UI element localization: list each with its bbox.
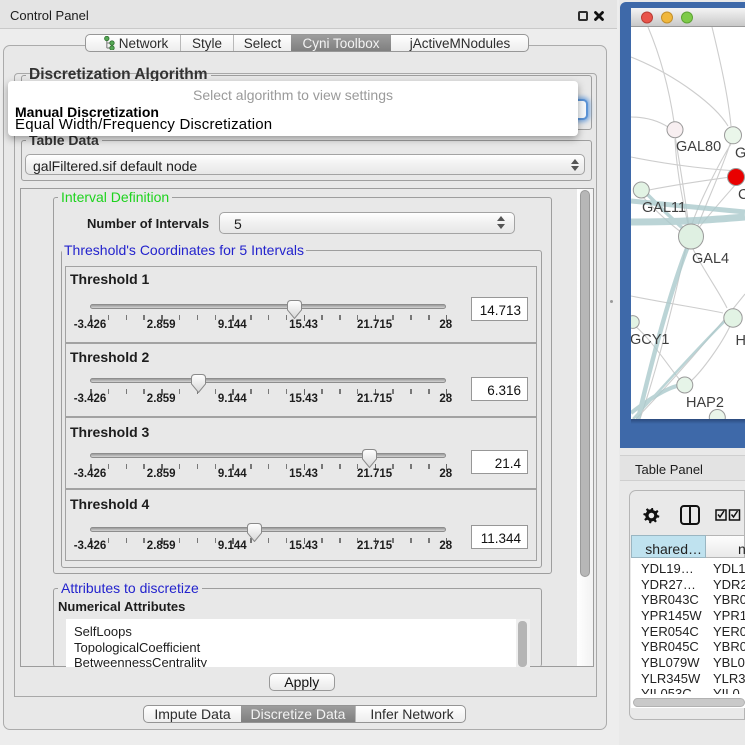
svg-text:C: C [738, 187, 745, 203]
svg-text:GAL11: GAL11 [642, 200, 686, 216]
svg-text:H: H [736, 333, 745, 349]
svg-text:GAL4: GAL4 [692, 251, 729, 267]
svg-text:HAP2: HAP2 [686, 395, 724, 411]
svg-text:GAL80: GAL80 [676, 139, 721, 155]
svg-text:GCY1: GCY1 [631, 332, 670, 348]
svg-text:GA: GA [735, 146, 745, 162]
